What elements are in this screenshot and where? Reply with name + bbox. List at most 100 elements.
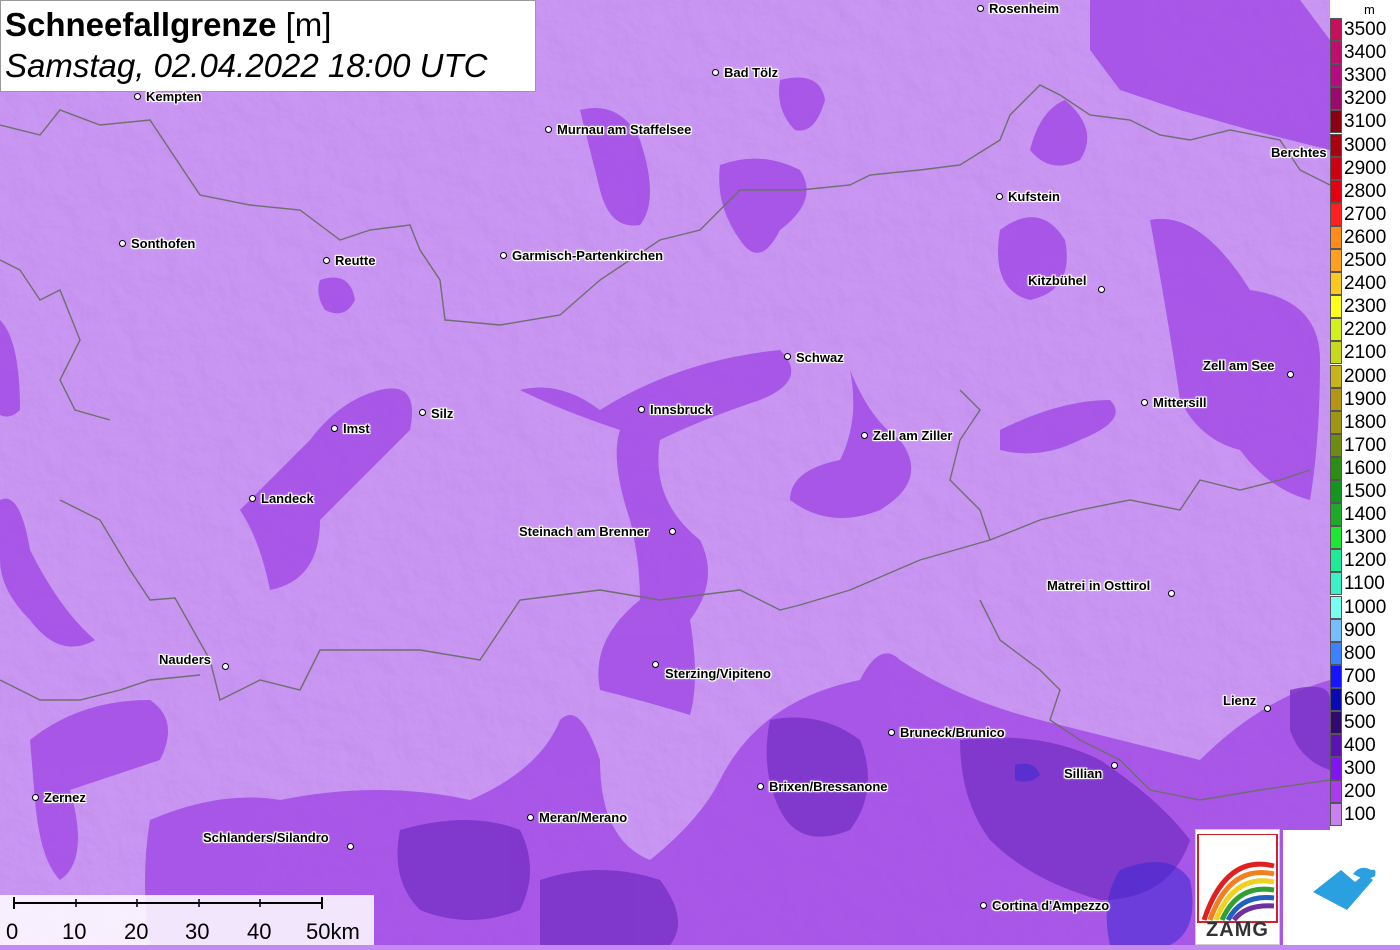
city-label-reutte: Reutte [335, 253, 376, 268]
legend-swatch [1330, 410, 1342, 434]
legend-label: 3400 [1344, 42, 1387, 64]
city-label-zell-am-ziller: Zell am Ziller [873, 428, 953, 443]
legend-swatch [1330, 687, 1342, 711]
legend-label: 400 [1344, 735, 1376, 757]
legend-label: 2800 [1344, 180, 1387, 202]
legend-swatch [1330, 225, 1342, 249]
legend-label: 2600 [1344, 226, 1387, 248]
legend-item-900: 900 [1330, 618, 1400, 642]
legend-label: 2900 [1344, 157, 1387, 179]
city-label-schwaz: Schwaz [796, 350, 844, 365]
city-label-sillian: Sillian [1064, 766, 1103, 781]
legend-swatch [1330, 41, 1342, 65]
legend-item-3100: 3100 [1330, 110, 1400, 134]
legend-swatch [1330, 780, 1342, 804]
city-dot-zernez [32, 794, 39, 801]
legend-item-1300: 1300 [1330, 526, 1400, 550]
legend-label: 1000 [1344, 596, 1387, 618]
city-label-cortina: Cortina d'Ampezzo [992, 898, 1110, 913]
legend-item-2900: 2900 [1330, 156, 1400, 180]
legend-item-500: 500 [1330, 711, 1400, 735]
city-label-zell-am-see: Zell am See [1203, 358, 1275, 373]
legend-label: 1800 [1344, 411, 1387, 433]
legend-label: 2100 [1344, 342, 1387, 364]
legend-item-400: 400 [1330, 734, 1400, 758]
cloud-mountain-icon [1313, 867, 1376, 910]
legend-swatch [1330, 595, 1342, 619]
city-dot-zell-am-see [1287, 371, 1294, 378]
legend-label: 3000 [1344, 134, 1387, 156]
legend-label: 2700 [1344, 203, 1387, 225]
legend-item-100: 100 [1330, 803, 1400, 827]
legend-item-3400: 3400 [1330, 41, 1400, 65]
legend-label: 3300 [1344, 65, 1387, 87]
city-dot-sonthofen [119, 240, 126, 247]
legend-label: 500 [1344, 712, 1376, 733]
city-label-landeck: Landeck [261, 491, 314, 506]
legend-label: 3100 [1344, 111, 1387, 133]
legend-swatch [1330, 110, 1342, 134]
legend-label: 2500 [1344, 250, 1387, 271]
city-label-matrei: Matrei in Osttirol [1047, 578, 1151, 593]
scale-label-0: 0 [6, 919, 19, 944]
scale-label-10: 10 [62, 919, 87, 944]
legend-label: 800 [1344, 642, 1376, 664]
legend-item-200: 200 [1330, 780, 1400, 804]
legend-item-1900: 1900 [1330, 387, 1400, 411]
legend-item-2200: 2200 [1330, 318, 1400, 342]
legend-item-1800: 1800 [1330, 410, 1400, 434]
city-dot-bruneck [888, 729, 895, 736]
city-label-kufstein: Kufstein [1008, 189, 1060, 204]
legend-label: 100 [1344, 804, 1376, 826]
city-label-berchtesgaden: Berchtes [1271, 145, 1327, 160]
legend-label: 1400 [1344, 504, 1387, 526]
city-label-murnau: Murnau am Staffelsee [557, 122, 692, 137]
city-label-innsbruck: Innsbruck [650, 402, 713, 417]
legend-item-3200: 3200 [1330, 87, 1400, 111]
legend-item-1700: 1700 [1330, 433, 1400, 457]
legend-label: 900 [1344, 619, 1376, 641]
legend-swatch [1330, 179, 1342, 203]
legend-label: 2300 [1344, 296, 1387, 318]
scale-label-50km: 50km [306, 919, 360, 944]
snowfall-limit-map[interactable] [0, 0, 1330, 945]
legend-item-3300: 3300 [1330, 64, 1400, 88]
city-label-brixen: Brixen/Bressanone [769, 779, 888, 794]
legend-swatch [1330, 664, 1342, 688]
city-label-nauders: Nauders [159, 652, 212, 667]
city-label-bad-toelz: Bad Tölz [724, 65, 779, 80]
legend-label: 300 [1344, 758, 1376, 780]
city-label-sterzing: Sterzing/Vipiteno [665, 666, 771, 681]
legend-swatch [1330, 618, 1342, 642]
legend-label: 1700 [1344, 434, 1387, 456]
city-dot-nauders [222, 663, 229, 670]
legend-swatch [1330, 641, 1342, 665]
legend-label: 200 [1344, 781, 1376, 803]
legend-swatch [1330, 503, 1342, 527]
city-dot-murnau [545, 126, 552, 133]
city-dot-brixen [757, 783, 764, 790]
city-dot-schlanders [347, 843, 354, 850]
legend-unit: m [1364, 2, 1375, 17]
legend-item-2300: 2300 [1330, 295, 1400, 319]
legend-swatch [1330, 456, 1342, 480]
city-dot-reutte [323, 257, 330, 264]
city-dot-bad-toelz [712, 69, 719, 76]
legend-swatch [1330, 64, 1342, 88]
legend-swatch [1330, 272, 1342, 296]
legend-item-2700: 2700 [1330, 202, 1400, 226]
city-label-bruneck: Bruneck/Brunico [900, 725, 1005, 740]
city-dot-kempten [134, 93, 141, 100]
legend-item-2500: 2500 [1330, 249, 1400, 273]
legend-label: 2400 [1344, 273, 1387, 295]
legend-label: 1200 [1344, 550, 1387, 572]
legend-item-1100: 1100 [1330, 572, 1400, 596]
legend-item-1000: 1000 [1330, 595, 1400, 619]
legend-swatch [1330, 249, 1342, 273]
city-dot-cortina [980, 902, 987, 909]
legend-item-2000: 2000 [1330, 364, 1400, 388]
legend-swatch [1330, 341, 1342, 365]
scale-label-30: 30 [185, 919, 210, 944]
city-dot-steinach [669, 528, 676, 535]
legend-swatch [1330, 480, 1342, 504]
